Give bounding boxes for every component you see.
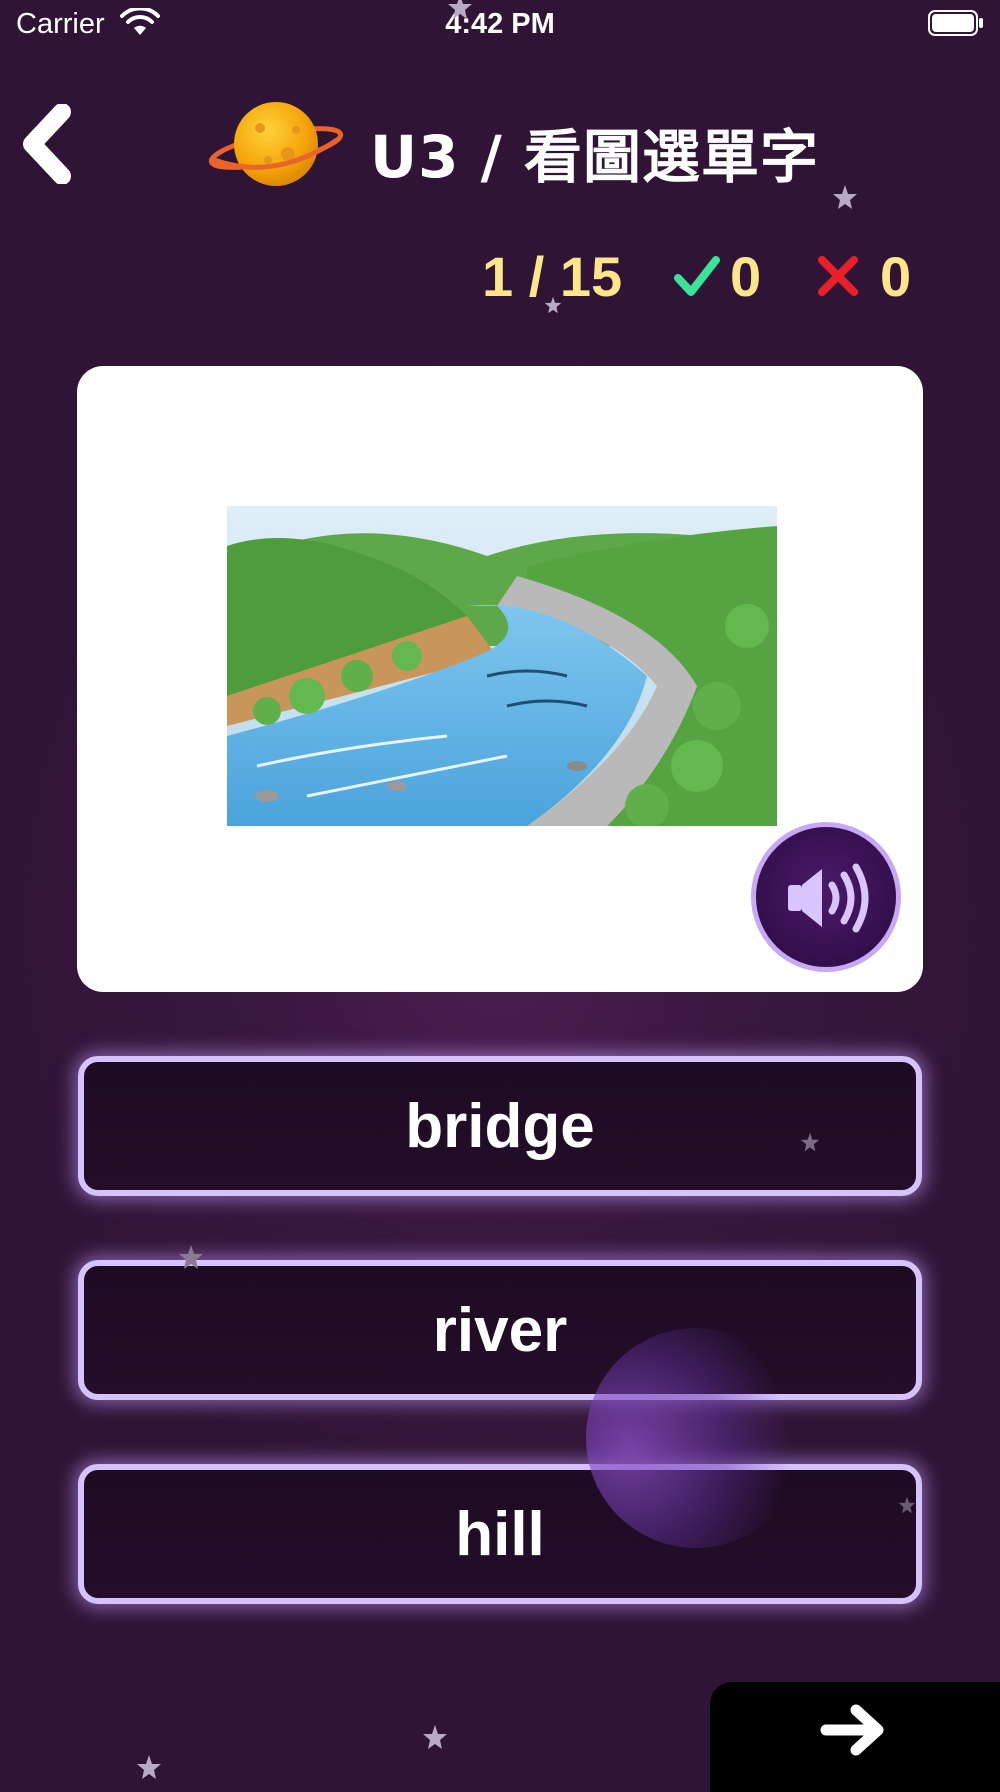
star-icon — [137, 1755, 161, 1779]
river-illustration — [227, 506, 777, 826]
star-icon — [179, 1245, 203, 1269]
star-icon — [800, 1132, 820, 1152]
cross-icon — [818, 256, 858, 296]
correct-count: 0 — [730, 245, 762, 308]
check-icon — [674, 256, 720, 296]
star-icon — [833, 185, 857, 209]
planet-icon — [208, 102, 344, 186]
star-icon — [544, 296, 562, 314]
star-icon — [448, 0, 472, 19]
status-bar: Carrier 4:42 PM — [0, 0, 1000, 50]
status-time: 4:42 PM — [445, 8, 555, 40]
star-icon — [423, 1725, 447, 1749]
next-button[interactable] — [710, 1682, 1000, 1792]
wrong-count: 0 — [880, 245, 912, 308]
speaker-icon — [788, 863, 869, 933]
back-button[interactable] — [18, 104, 78, 184]
star-icon — [898, 1496, 916, 1514]
arrow-right-icon — [820, 1704, 884, 1756]
play-sound-button[interactable] — [751, 822, 901, 972]
score-row: 1 / 15 0 0 — [0, 244, 1000, 314]
battery-icon — [928, 10, 983, 36]
answer-option-river[interactable]: river — [78, 1260, 922, 1400]
answer-option-bridge[interactable]: bridge — [78, 1056, 922, 1196]
question-image-card — [77, 366, 923, 992]
page-title: U3 / 看圖選單字 — [370, 123, 820, 191]
answer-option-hill[interactable]: hill — [78, 1464, 922, 1604]
